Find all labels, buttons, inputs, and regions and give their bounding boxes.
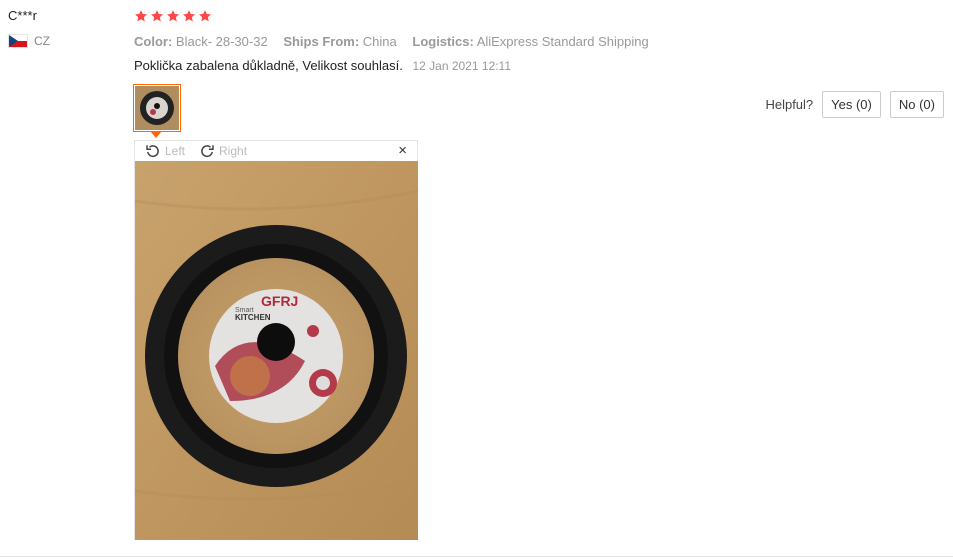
lid-brand-text: GFRJ [261, 293, 298, 309]
order-attributes: Color: Black- 28-30-32 Ships From: China… [134, 34, 661, 49]
attr-ships-from: Ships From: China [283, 34, 397, 49]
star-icon [199, 10, 211, 22]
star-icon [151, 10, 163, 22]
attr-color: Color: Black- 28-30-32 [134, 34, 268, 49]
thumbnail-pointer [150, 131, 162, 138]
viewer-toolbar: Left Right × [135, 141, 417, 161]
rotate-left-icon [146, 145, 159, 158]
divider [0, 556, 953, 557]
rotate-right-label: Right [219, 144, 248, 158]
rotate-left-button[interactable]: Left [145, 143, 185, 159]
no-button[interactable]: No (0) [889, 91, 944, 118]
review-photo: GFRJ Smart KITCHEN [135, 161, 418, 540]
star-rating [134, 9, 212, 23]
reviewer-country: CZ [8, 34, 50, 48]
yes-button[interactable]: Yes (0) [822, 91, 881, 118]
czech-flag-icon [8, 34, 28, 48]
star-icon [167, 10, 179, 22]
helpful-label: Helpful? [765, 97, 814, 112]
photo-viewer: Left Right × GFRJ Smart KITCHEN [134, 140, 418, 540]
reviewer-name: C***r [8, 8, 37, 23]
review-photo-thumbnail[interactable] [133, 84, 181, 132]
country-code: CZ [34, 34, 50, 48]
close-icon[interactable]: × [398, 142, 407, 159]
review-text: Poklička zabalena důkladně, Velikost sou… [134, 58, 403, 73]
star-icon [183, 10, 195, 22]
lid-kitchen-text: KITCHEN [235, 313, 271, 322]
rotate-left-label: Left [165, 144, 186, 158]
star-icon [135, 10, 147, 22]
rotate-right-button[interactable]: Right [199, 143, 247, 159]
review-content: Poklička zabalena důkladně, Velikost sou… [134, 58, 511, 73]
helpful-vote: Helpful? Yes (0) No (0) [765, 91, 944, 118]
attr-logistics: Logistics: AliExpress Standard Shipping [412, 34, 649, 49]
rotate-right-icon [201, 145, 214, 158]
review-date: 12 Jan 2021 12:11 [412, 59, 511, 73]
